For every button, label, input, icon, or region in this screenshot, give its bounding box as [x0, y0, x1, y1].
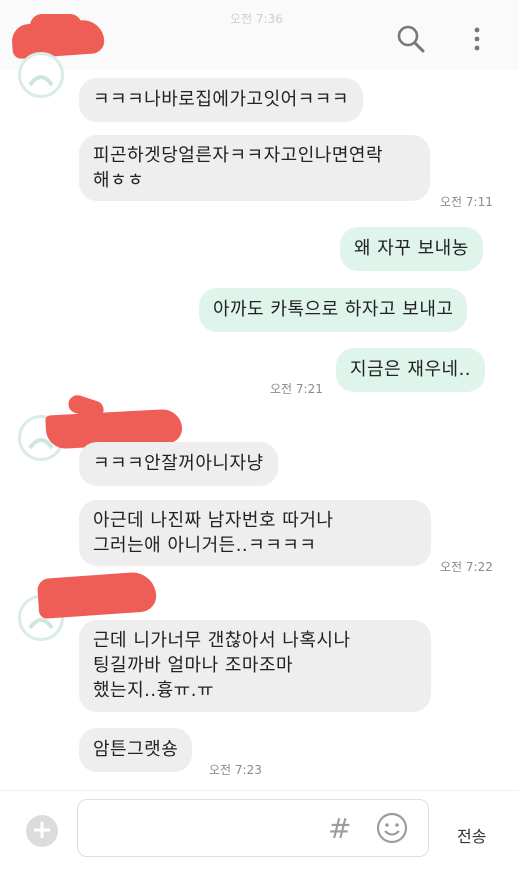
message-text-line: 그러는애 아니거든..ㅋㅋㅋㅋ: [93, 535, 317, 556]
top-bar: 오전 7:36: [0, 0, 519, 71]
message-time: 오전 7:21: [270, 382, 323, 396]
message-bubble: 암튼그랫숑: [79, 728, 193, 772]
message-text: ㅋㅋㅋ안잘꺼아니자냥: [93, 453, 264, 474]
message-text-line: 아근데 나진짜 남자번호 따거나: [93, 510, 334, 531]
message-text-line: 팅길까바 얼마나 조마조마: [93, 655, 294, 676]
message-bubble: 근데 니가너무 갠찮아서 나혹시나 팅길까바 얼마나 조마조마 했는지..흉ㅠ.…: [79, 620, 431, 712]
redacted-contact-name: [36, 570, 158, 620]
message-time: 오전 7:23: [209, 763, 262, 777]
more-options-icon[interactable]: [467, 24, 487, 54]
message-composer: + # 전송: [0, 790, 519, 873]
message-time: 오전 7:22: [440, 560, 493, 574]
status-bar-time: 오전 7:36: [230, 12, 283, 26]
message-bubble: 아까도 카톡으로 하자고 보내고: [199, 288, 468, 332]
message-text: 왜 자꾸 보내농: [354, 238, 469, 259]
redacted-contact-name-part: [30, 14, 82, 38]
contact-avatar[interactable]: [18, 52, 64, 98]
message-bubble: 피곤하겟당얼른자ㅋㅋ자고인나면연락 해ㅎㅎ: [79, 135, 430, 201]
search-icon[interactable]: [396, 24, 426, 54]
message-time: 오전 7:11: [440, 195, 493, 209]
hashtag-icon[interactable]: #: [328, 812, 351, 845]
message-text-line: 피곤하겟당얼른자ㅋㅋ자고인나면연락: [93, 145, 384, 166]
send-button[interactable]: 전송: [457, 823, 486, 847]
message-bubble: 아근데 나진짜 남자번호 따거나 그러는애 아니거든..ㅋㅋㅋㅋ: [79, 500, 431, 566]
message-bubble: 왜 자꾸 보내농: [340, 227, 483, 271]
default-profile-icon: [28, 75, 54, 87]
message-text: ㅋㅋㅋ나바로집에가고잇어ㅋㅋㅋ: [93, 89, 349, 110]
message-input[interactable]: #: [77, 799, 429, 857]
emoticon-icon[interactable]: [375, 811, 409, 845]
message-bubble: 지금은 재우네..: [336, 348, 486, 392]
chat-area[interactable]: ㅋㅋㅋ나바로집에가고잇어ㅋㅋㅋ 피곤하겟당얼른자ㅋㅋ자고인나면연락 해ㅎㅎ 오전…: [0, 52, 519, 790]
message-bubble: ㅋㅋㅋ안잘꺼아니자냥: [79, 442, 278, 486]
message-text-line: 했는지..흉ㅠ.ㅠ: [93, 680, 215, 701]
attach-plus-button[interactable]: +: [26, 815, 58, 847]
plus-icon: +: [31, 815, 53, 845]
message-text: 암튼그랫숑: [93, 739, 179, 760]
message-text-line: 근데 니가너무 갠찮아서 나혹시나: [93, 630, 351, 651]
message-bubble: ㅋㅋㅋ나바로집에가고잇어ㅋㅋㅋ: [79, 78, 363, 122]
message-text: 아까도 카톡으로 하자고 보내고: [213, 299, 454, 320]
message-text: 지금은 재우네..: [350, 359, 472, 380]
message-text-line: 해ㅎㅎ: [93, 170, 145, 191]
